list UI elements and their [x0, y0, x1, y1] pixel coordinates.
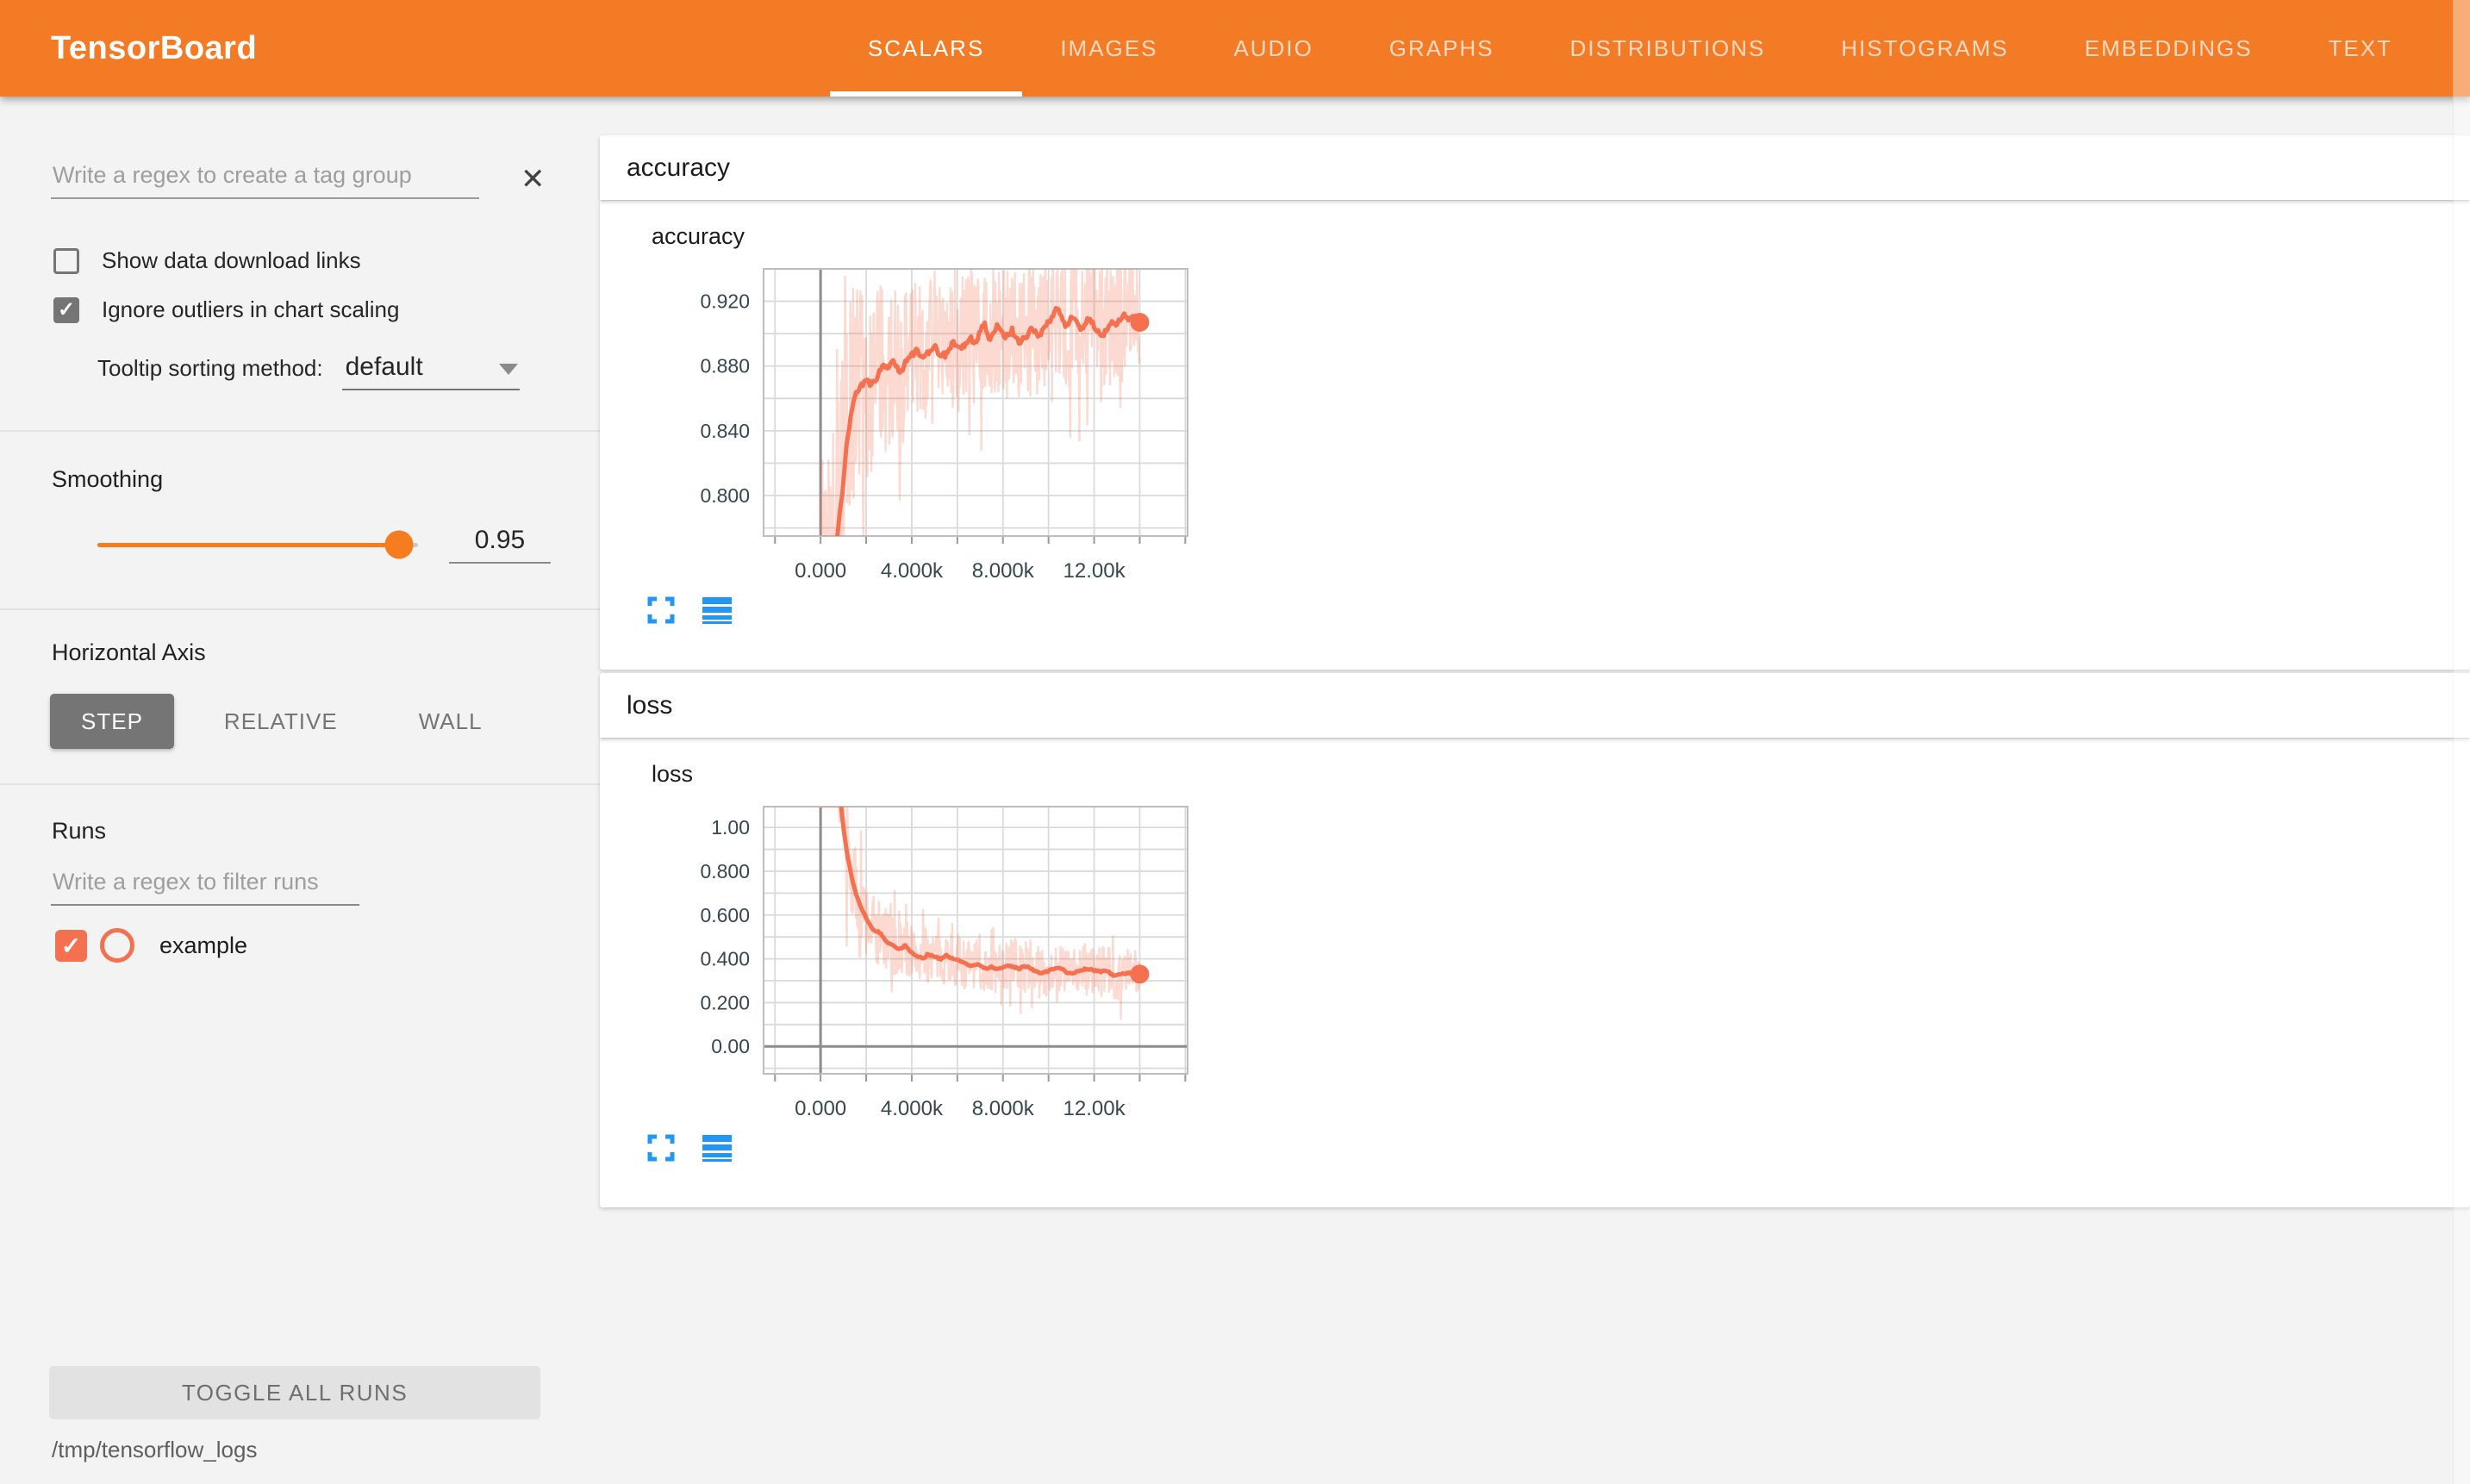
- svg-text:0.000: 0.000: [795, 559, 846, 583]
- svg-text:0.600: 0.600: [700, 904, 750, 926]
- checkbox-label: Show data download links: [102, 247, 361, 274]
- checkbox-box: ✓: [53, 297, 79, 323]
- log-path: /tmp/tensorflow_logs: [52, 1437, 600, 1463]
- svg-text:0.200: 0.200: [700, 991, 750, 1013]
- smoothing-slider-row: 0.95: [97, 526, 600, 564]
- smoothing-value[interactable]: 0.95: [449, 526, 551, 564]
- svg-text:0.880: 0.880: [700, 355, 750, 377]
- expand-icon[interactable]: [646, 595, 676, 625]
- svg-text:12.00k: 12.00k: [1063, 559, 1126, 583]
- tensorboard-app: TensorBoard SCALARSIMAGESAUDIOGRAPHSDIST…: [0, 0, 2470, 1484]
- horizontal-axis-buttons: STEP RELATIVE WALL: [50, 694, 600, 749]
- slider-thumb[interactable]: [384, 531, 413, 559]
- runs-filter-input[interactable]: [51, 864, 359, 906]
- svg-text:4.000k: 4.000k: [881, 1097, 944, 1120]
- runs-selector-icon[interactable]: [702, 595, 733, 625]
- pane-body: accuracy 0.800 0.840 0.880 0.920 0.000 4.000k…: [600, 201, 2470, 670]
- pane-title: accuracy: [627, 153, 730, 183]
- toggle-all-runs-button[interactable]: TOGGLE ALL RUNS: [49, 1366, 540, 1419]
- chart-title: accuracy: [652, 223, 2470, 250]
- slider-fill: [97, 543, 399, 547]
- accuracy-chart[interactable]: 0.800 0.840 0.880 0.920 0.000 4.000k 8.000k 12.…: [638, 250, 2470, 592]
- vertical-scrollbar[interactable]: [2453, 0, 2470, 1484]
- app-header: TensorBoard SCALARSIMAGESAUDIOGRAPHSDIST…: [0, 0, 2470, 97]
- chart-actions: [646, 595, 2470, 625]
- svg-text:8.000k: 8.000k: [972, 1097, 1035, 1120]
- runs-selector-icon[interactable]: [702, 1133, 733, 1163]
- svg-text:4.000k: 4.000k: [881, 559, 944, 583]
- show-download-links-checkbox[interactable]: ✓ Show data download links: [53, 247, 600, 274]
- divider: [0, 608, 600, 610]
- run-label: example: [159, 932, 247, 959]
- nav-tabs: SCALARSIMAGESAUDIOGRAPHSDISTRIBUTIONSHIS…: [830, 0, 2430, 97]
- svg-text:12.00k: 12.00k: [1063, 1097, 1126, 1120]
- svg-text:0.800: 0.800: [700, 860, 750, 882]
- tooltip-sorting-value: default: [346, 352, 423, 381]
- tab-histograms[interactable]: HISTOGRAMS: [1803, 0, 2046, 97]
- pane-title: loss: [627, 691, 672, 720]
- run-checkbox[interactable]: ✓: [55, 930, 87, 962]
- sidebar: ✕ ✓ Show data download links ✓ Ignore ou…: [0, 97, 600, 1484]
- chart-title: loss: [652, 761, 2470, 788]
- svg-text:0.840: 0.840: [700, 420, 750, 442]
- loss-plot[interactable]: 0.00 0.200 0.400 0.600 0.800 1.00 0.000 4.000k 8…: [638, 788, 1232, 1125]
- svg-text:1.00: 1.00: [711, 816, 750, 839]
- tag-pane-loss: loss loss 0.000.2000.4000.6000.8001.000.…: [600, 673, 2470, 1207]
- axis-button-relative[interactable]: RELATIVE: [193, 694, 369, 749]
- smoothing-heading: Smoothing: [52, 466, 600, 493]
- tab-scalars[interactable]: SCALARS: [830, 0, 1022, 97]
- run-list: ✓ example: [0, 928, 600, 963]
- pane-body: loss 0.00 0.200 0.400 0.600 0.800 1.00 0.000 4.…: [600, 739, 2470, 1207]
- svg-text:0.000: 0.000: [795, 1097, 846, 1120]
- run-item-example[interactable]: ✓ example: [55, 928, 600, 963]
- svg-text:0.920: 0.920: [700, 290, 750, 313]
- tag-filter-input[interactable]: [51, 157, 479, 199]
- content-area: ✕ ✓ Show data download links ✓ Ignore ou…: [0, 97, 2470, 1484]
- svg-text:0.400: 0.400: [700, 948, 750, 970]
- checkbox-label: Ignore outliers in chart scaling: [102, 296, 399, 323]
- tooltip-sorting-select[interactable]: default: [342, 352, 520, 390]
- app-title: TensorBoard: [51, 30, 257, 67]
- pane-header[interactable]: accuracy: [600, 135, 2470, 200]
- runs-filter-row: [51, 864, 565, 906]
- close-icon[interactable]: ✕: [517, 165, 549, 199]
- chevron-down-icon: [499, 364, 518, 375]
- expand-icon[interactable]: [646, 1133, 676, 1163]
- pane-header[interactable]: loss: [600, 673, 2470, 738]
- loss-chart[interactable]: 0.00 0.200 0.400 0.600 0.800 1.00 0.000 4.000k 8…: [638, 788, 2470, 1130]
- tooltip-sorting-label: Tooltip sorting method:: [97, 355, 323, 390]
- divider: [0, 430, 600, 432]
- ignore-outliers-checkbox[interactable]: ✓ Ignore outliers in chart scaling: [53, 296, 600, 323]
- axis-button-step[interactable]: STEP: [50, 694, 174, 749]
- tag-pane-accuracy: accuracy accuracy 0.8000.8400.8800.9200.…: [600, 135, 2470, 670]
- chart-actions: [646, 1133, 2470, 1163]
- divider: [0, 783, 600, 785]
- tab-distributions[interactable]: DISTRIBUTIONS: [1532, 0, 1804, 97]
- smoothing-slider[interactable]: [97, 543, 418, 547]
- horizontal-axis-heading: Horizontal Axis: [52, 639, 600, 666]
- runs-heading: Runs: [52, 818, 600, 845]
- tab-images[interactable]: IMAGES: [1022, 0, 1195, 97]
- run-color-swatch-icon: [100, 928, 134, 963]
- tab-audio[interactable]: AUDIO: [1195, 0, 1350, 97]
- tag-filter-row: ✕: [51, 157, 565, 199]
- tab-text[interactable]: TEXT: [2291, 0, 2430, 97]
- axis-button-wall[interactable]: WALL: [388, 694, 514, 749]
- sidebar-bottom: TOGGLE ALL RUNS /tmp/tensorflow_logs: [0, 1366, 600, 1463]
- checkbox-box: ✓: [53, 248, 79, 274]
- tab-graphs[interactable]: GRAPHS: [1351, 0, 1532, 97]
- svg-text:0.800: 0.800: [700, 484, 750, 507]
- tab-embeddings[interactable]: EMBEDDINGS: [2047, 0, 2291, 97]
- main-panel: accuracy accuracy 0.8000.8400.8800.9200.…: [600, 97, 2470, 1484]
- svg-text:8.000k: 8.000k: [972, 559, 1035, 583]
- checkmark-icon: ✓: [58, 297, 75, 322]
- accuracy-plot[interactable]: 0.800 0.840 0.880 0.920 0.000 4.000k 8.000k 12.…: [638, 250, 1232, 588]
- svg-text:0.00: 0.00: [711, 1035, 750, 1057]
- tooltip-sorting-row: Tooltip sorting method: default: [97, 352, 600, 390]
